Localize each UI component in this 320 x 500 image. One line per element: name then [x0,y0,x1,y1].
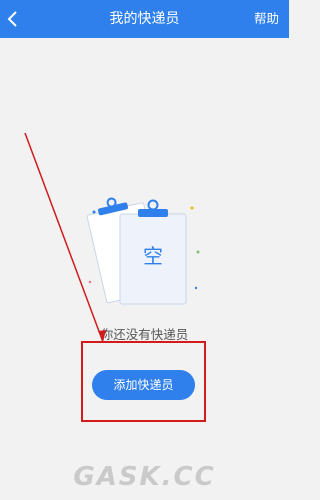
watermark: GASK.CC [73,462,216,492]
annotation-arrow [24,132,106,343]
